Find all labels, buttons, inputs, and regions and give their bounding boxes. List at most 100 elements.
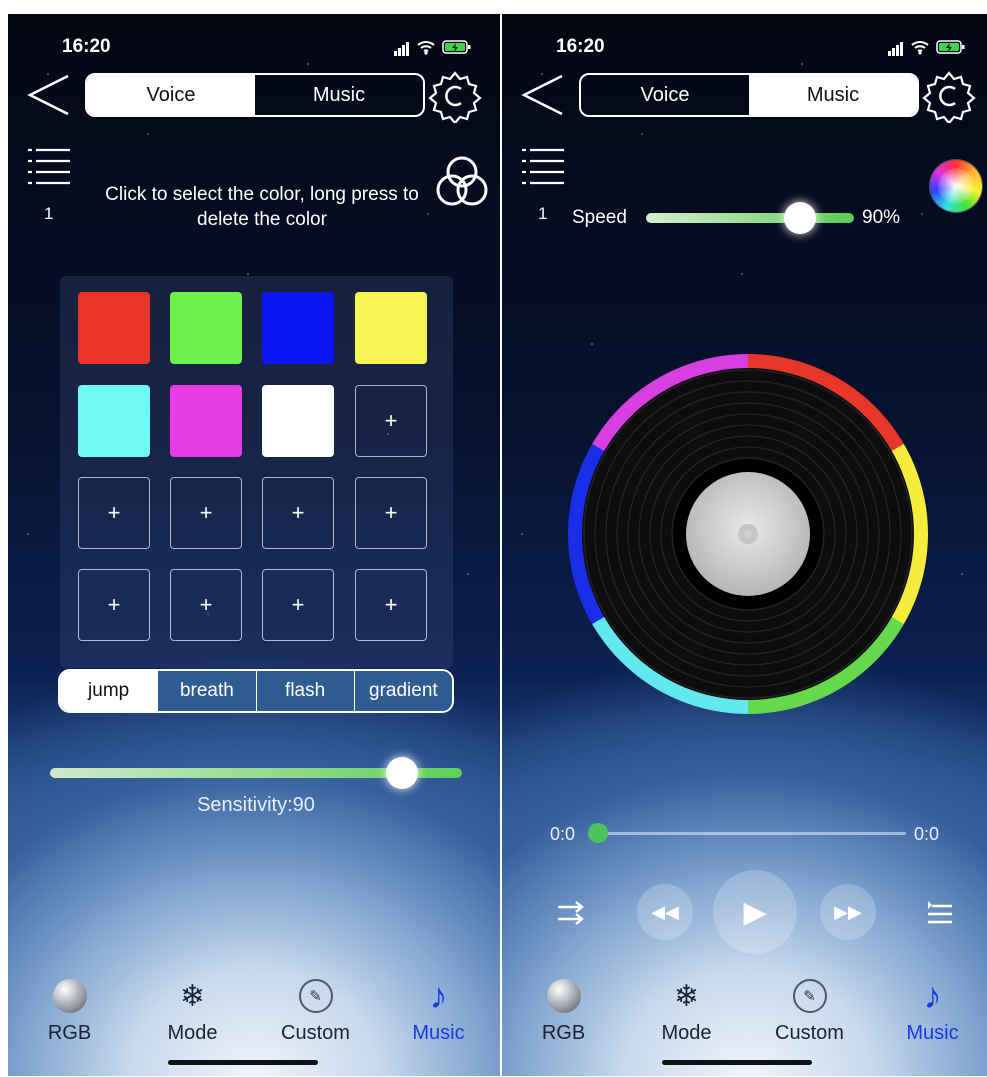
playlist-number: 1	[44, 204, 54, 223]
speed-slider-knob[interactable]	[784, 202, 816, 234]
effect-mode-selector: jump breath flash gradient	[58, 669, 454, 713]
signal-icon	[394, 38, 410, 56]
color-swatch-green[interactable]	[170, 292, 242, 364]
tab-music[interactable]: Music	[749, 75, 917, 115]
add-color-button[interactable]: +	[78, 477, 150, 549]
tab-music-nav[interactable]: ♪ Music	[377, 975, 500, 1056]
bottom-tab-bar: RGB ❄ Mode ✎ Custom ♪ Music	[502, 975, 987, 1056]
speed-label: Speed	[572, 207, 627, 228]
tab-custom[interactable]: ✎ Custom	[748, 976, 871, 1056]
status-time: 16:20	[556, 36, 605, 57]
previous-button[interactable]: ◀◀	[637, 884, 693, 940]
color-swatch-blue[interactable]	[262, 292, 334, 364]
play-icon: ▶	[743, 895, 767, 929]
tab-music[interactable]: Music	[255, 75, 423, 115]
tab-mode[interactable]: ❄ Mode	[131, 976, 254, 1056]
speed-slider[interactable]	[646, 213, 854, 223]
add-color-button[interactable]: +	[262, 477, 334, 549]
shuffle-icon[interactable]	[556, 898, 586, 928]
fast-forward-icon: ▶▶	[834, 901, 862, 922]
wifi-icon	[417, 41, 435, 55]
tab-rgb[interactable]: RGB	[502, 976, 625, 1056]
add-color-button[interactable]: +	[170, 477, 242, 549]
music-note-icon: ♪	[429, 975, 448, 1016]
home-indicator	[662, 1060, 812, 1065]
add-color-button[interactable]: +	[78, 569, 150, 641]
tab-custom[interactable]: ✎ Custom	[254, 976, 377, 1056]
instruction-text: Click to select the color, long press to…	[105, 184, 419, 230]
tab-label: Custom	[775, 1022, 844, 1044]
color-circles-icon[interactable]	[432, 152, 492, 212]
playlist-number: 1	[538, 204, 548, 223]
mode-breath[interactable]: breath	[157, 671, 256, 711]
progress-bar[interactable]	[594, 832, 906, 835]
add-color-button[interactable]: +	[355, 569, 427, 641]
edit-icon: ✎	[792, 976, 827, 1016]
edit-icon: ✎	[298, 976, 333, 1016]
total-time: 0:0	[914, 824, 940, 844]
music-note-icon: ♪	[923, 975, 942, 1016]
tab-mode[interactable]: ❄ Mode	[625, 976, 748, 1056]
gear-icon[interactable]	[922, 69, 976, 123]
back-icon[interactable]	[520, 72, 566, 118]
color-ring	[568, 354, 928, 714]
wifi-icon	[911, 41, 929, 55]
elapsed-time: 0:0	[550, 824, 576, 844]
speed-percent: 90%	[862, 207, 901, 228]
color-swatch-yellow[interactable]	[355, 292, 427, 364]
back-icon[interactable]	[26, 72, 72, 118]
color-swatch-cyan[interactable]	[78, 385, 150, 457]
mode-segmented-control: Voice Music	[579, 73, 919, 117]
tab-label: RGB	[541, 1022, 586, 1044]
voice-screen: 16:20 Voice Music 1 Click to select the …	[8, 14, 500, 1076]
status-time: 16:20	[62, 36, 111, 57]
battery-icon	[936, 40, 965, 54]
mode-flash[interactable]: flash	[255, 671, 354, 711]
tab-rgb[interactable]: RGB	[8, 976, 131, 1056]
music-screen: 16:20 Voice Music 1 Speed 90% 0:0 0:0 ◀◀…	[502, 14, 987, 1076]
mode-gradient[interactable]: gradient	[353, 671, 452, 711]
snowflake-icon: ❄	[179, 979, 206, 1013]
tab-label: Music	[906, 1022, 959, 1044]
sensitivity-slider-knob[interactable]	[386, 757, 418, 789]
color-swatch-red[interactable]	[78, 292, 150, 364]
add-color-button[interactable]: +	[170, 569, 242, 641]
mode-jump[interactable]: jump	[60, 671, 158, 711]
rgb-knob-icon	[52, 976, 87, 1016]
next-button[interactable]: ▶▶	[820, 884, 876, 940]
add-color-button[interactable]: +	[355, 385, 427, 457]
status-icons	[888, 38, 966, 56]
rewind-icon: ◀◀	[651, 901, 679, 922]
play-button[interactable]: ▶	[713, 870, 797, 954]
battery-icon	[442, 40, 471, 54]
status-icons	[394, 38, 472, 56]
tab-music-nav[interactable]: ♪ Music	[871, 975, 987, 1056]
progress-knob[interactable]	[588, 823, 608, 843]
snowflake-icon: ❄	[673, 979, 700, 1013]
record-label	[686, 472, 810, 596]
rgb-knob-icon	[546, 976, 581, 1016]
playlist-queue-icon[interactable]	[926, 898, 954, 928]
color-swatch-white[interactable]	[262, 385, 334, 457]
gear-icon[interactable]	[428, 69, 482, 123]
add-color-button[interactable]: +	[355, 477, 427, 549]
mode-segmented-control: Voice Music	[85, 73, 425, 117]
tab-label: Mode	[661, 1022, 712, 1044]
tab-voice[interactable]: Voice	[87, 75, 255, 115]
add-color-button[interactable]: +	[262, 569, 334, 641]
bottom-tab-bar: RGB ❄ Mode ✎ Custom ♪ Music	[8, 975, 500, 1056]
playlist-icon[interactable]	[520, 146, 566, 192]
signal-icon	[888, 38, 904, 56]
color-swatch-magenta[interactable]	[170, 385, 242, 457]
sensitivity-label: Sensitivity:90	[197, 794, 315, 816]
tab-label: Mode	[167, 1022, 218, 1044]
tab-label: RGB	[47, 1022, 92, 1044]
tab-label: Custom	[281, 1022, 350, 1044]
tab-voice[interactable]: Voice	[581, 75, 749, 115]
tab-label: Music	[412, 1022, 465, 1044]
vinyl-record[interactable]	[582, 368, 914, 700]
home-indicator	[168, 1060, 318, 1065]
color-grid: + + + + + + + + +	[60, 276, 453, 668]
color-wheel-icon[interactable]	[930, 160, 982, 212]
playlist-icon[interactable]	[26, 146, 72, 192]
